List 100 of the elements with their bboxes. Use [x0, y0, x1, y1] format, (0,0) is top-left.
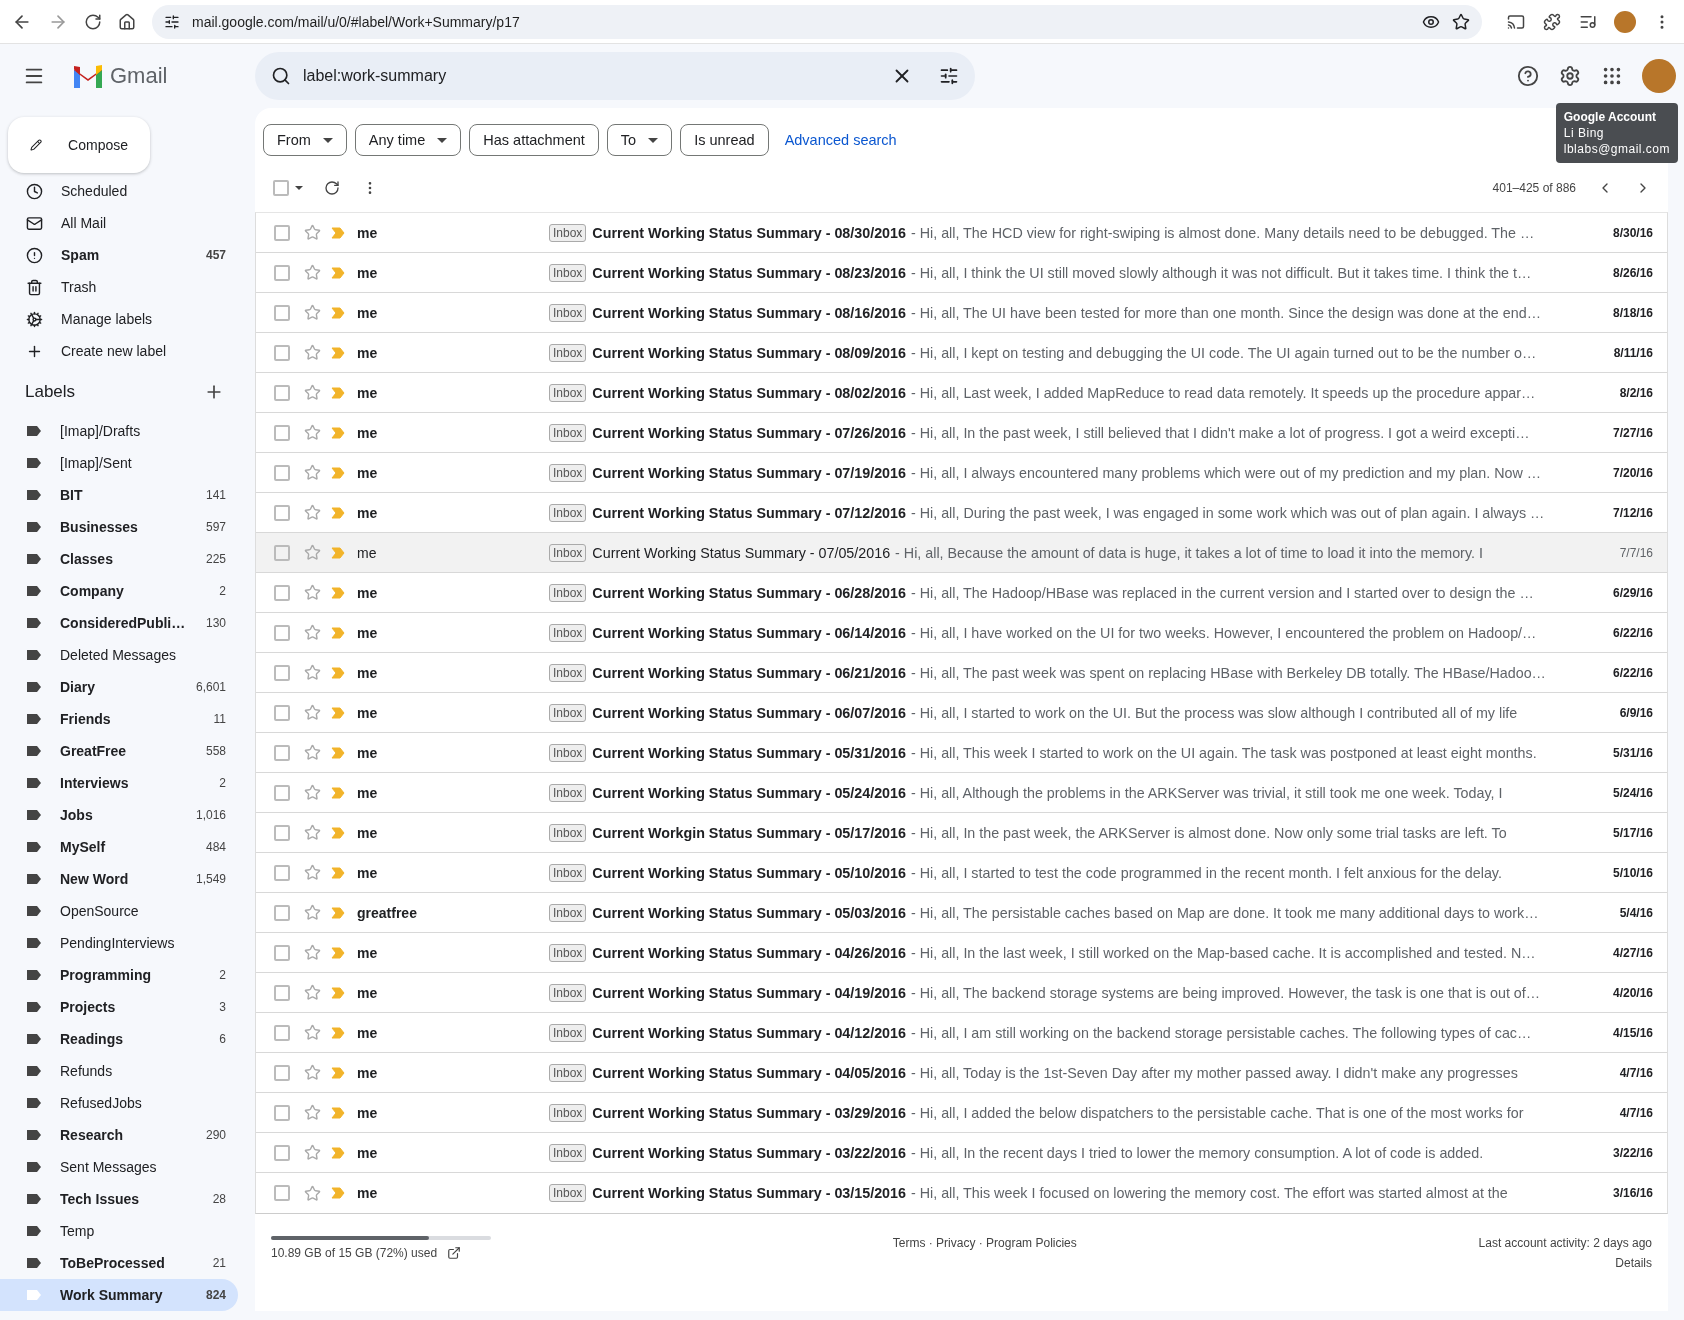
- important-marker-icon[interactable]: [331, 1106, 345, 1119]
- star-icon[interactable]: [304, 824, 321, 841]
- important-marker-icon[interactable]: [331, 586, 345, 599]
- star-icon[interactable]: [304, 744, 321, 761]
- filter-chip[interactable]: Is unread: [680, 124, 769, 156]
- star-icon[interactable]: [304, 784, 321, 801]
- important-marker-icon[interactable]: [331, 266, 345, 279]
- nav-item[interactable]: Trash: [0, 271, 238, 303]
- label-item[interactable]: Friends 11: [0, 703, 238, 735]
- label-item[interactable]: Tech Issues 28: [0, 1183, 238, 1215]
- nav-item[interactable]: All Mail: [0, 207, 238, 239]
- important-marker-icon[interactable]: [331, 506, 345, 519]
- row-checkbox[interactable]: [274, 1144, 290, 1161]
- nav-item[interactable]: Spam 457: [0, 239, 238, 271]
- nav-item[interactable]: Create new label: [0, 335, 238, 367]
- row-checkbox[interactable]: [274, 864, 290, 881]
- nav-item[interactable]: Manage labels: [0, 303, 238, 335]
- filter-chip[interactable]: Has attachment: [469, 124, 599, 156]
- settings-icon[interactable]: [1558, 64, 1582, 88]
- label-item[interactable]: Work Summary 824: [0, 1279, 238, 1311]
- label-item[interactable]: Refunds: [0, 1055, 238, 1087]
- important-marker-icon[interactable]: [331, 546, 345, 559]
- star-icon[interactable]: [304, 344, 321, 361]
- star-icon[interactable]: [304, 264, 321, 281]
- label-item[interactable]: OpenSource: [0, 895, 238, 927]
- row-checkbox[interactable]: [274, 1104, 290, 1121]
- star-icon[interactable]: [304, 1144, 321, 1161]
- row-checkbox[interactable]: [274, 1064, 290, 1081]
- important-marker-icon[interactable]: [331, 1187, 345, 1199]
- refresh-icon[interactable]: [323, 179, 341, 197]
- search-options-icon[interactable]: [939, 66, 959, 86]
- row-checkbox[interactable]: [274, 504, 290, 521]
- reload-icon[interactable]: [84, 12, 102, 31]
- important-marker-icon[interactable]: [331, 826, 345, 839]
- compose-button[interactable]: Compose: [8, 117, 150, 173]
- star-icon[interactable]: [304, 624, 321, 641]
- site-settings-icon[interactable]: [164, 13, 180, 30]
- label-item[interactable]: Sent Messages: [0, 1151, 238, 1183]
- important-marker-icon[interactable]: [331, 226, 345, 239]
- row-checkbox[interactable]: [274, 304, 290, 321]
- caret-icon[interactable]: [295, 186, 303, 190]
- star-icon[interactable]: [304, 864, 321, 881]
- star-icon[interactable]: [304, 944, 321, 961]
- important-marker-icon[interactable]: [331, 746, 345, 759]
- important-marker-icon[interactable]: [331, 346, 345, 359]
- label-item[interactable]: Research 290: [0, 1119, 238, 1151]
- important-marker-icon[interactable]: [331, 426, 345, 439]
- important-marker-icon[interactable]: [331, 666, 345, 679]
- label-item[interactable]: MySelf 484: [0, 831, 238, 863]
- email-row[interactable]: me Inbox Current Working Status Summary - 07/05/2016 - Hi, all, Because the amount of data is huge, it takes a lot of time to load it into the memory. I 7/7/16: [256, 533, 1667, 573]
- label-item[interactable]: Company 2: [0, 575, 238, 607]
- label-item[interactable]: Diary 6,601: [0, 671, 238, 703]
- important-marker-icon[interactable]: [331, 1026, 345, 1039]
- row-checkbox[interactable]: [274, 584, 290, 601]
- nav-item[interactable]: Scheduled: [0, 175, 238, 207]
- external-link-icon[interactable]: [447, 1246, 462, 1260]
- label-item[interactable]: Interviews 2: [0, 767, 238, 799]
- important-marker-icon[interactable]: [331, 466, 345, 479]
- filter-chip[interactable]: Any time: [354, 124, 462, 156]
- row-checkbox[interactable]: [274, 1185, 290, 1201]
- filter-chip[interactable]: To: [606, 124, 673, 156]
- row-checkbox[interactable]: [274, 824, 290, 841]
- search-field[interactable]: label:work-summary: [255, 52, 975, 100]
- bookmark-star-icon[interactable]: [1452, 12, 1470, 31]
- select-all-checkbox[interactable]: [273, 180, 289, 196]
- row-checkbox[interactable]: [274, 624, 290, 641]
- details-link[interactable]: Details: [1615, 1256, 1652, 1270]
- label-item[interactable]: New Word 1,549: [0, 863, 238, 895]
- label-item[interactable]: Businesses 597: [0, 511, 238, 543]
- label-item[interactable]: ConsideredPubli… 130: [0, 607, 238, 639]
- important-marker-icon[interactable]: [331, 946, 345, 959]
- star-icon[interactable]: [304, 384, 321, 401]
- star-icon[interactable]: [304, 584, 321, 601]
- profile-avatar[interactable]: [1614, 10, 1636, 33]
- important-marker-icon[interactable]: [331, 786, 345, 799]
- row-checkbox[interactable]: [274, 784, 290, 801]
- row-checkbox[interactable]: [274, 944, 290, 961]
- star-icon[interactable]: [304, 504, 321, 521]
- label-item[interactable]: Readings 6: [0, 1023, 238, 1055]
- star-icon[interactable]: [304, 304, 321, 321]
- important-marker-icon[interactable]: [331, 1146, 345, 1159]
- important-marker-icon[interactable]: [331, 626, 345, 639]
- star-icon[interactable]: [304, 664, 321, 681]
- row-checkbox[interactable]: [274, 464, 290, 481]
- row-checkbox[interactable]: [274, 224, 290, 241]
- row-checkbox[interactable]: [274, 424, 290, 441]
- important-marker-icon[interactable]: [331, 386, 345, 399]
- important-marker-icon[interactable]: [331, 986, 345, 999]
- label-item[interactable]: ToBeProcessed 21: [0, 1247, 238, 1279]
- row-checkbox[interactable]: [274, 1024, 290, 1041]
- important-marker-icon[interactable]: [331, 706, 345, 719]
- row-checkbox[interactable]: [274, 664, 290, 681]
- help-icon[interactable]: [1516, 64, 1540, 88]
- row-checkbox[interactable]: [274, 384, 290, 401]
- label-item[interactable]: [Imap]/Drafts: [0, 415, 238, 447]
- label-item[interactable]: Programming 2: [0, 959, 238, 991]
- star-icon[interactable]: [304, 1104, 321, 1121]
- star-icon[interactable]: [304, 1024, 321, 1041]
- label-item[interactable]: RefusedJobs: [0, 1087, 238, 1119]
- puzzle-icon[interactable]: [1542, 11, 1562, 32]
